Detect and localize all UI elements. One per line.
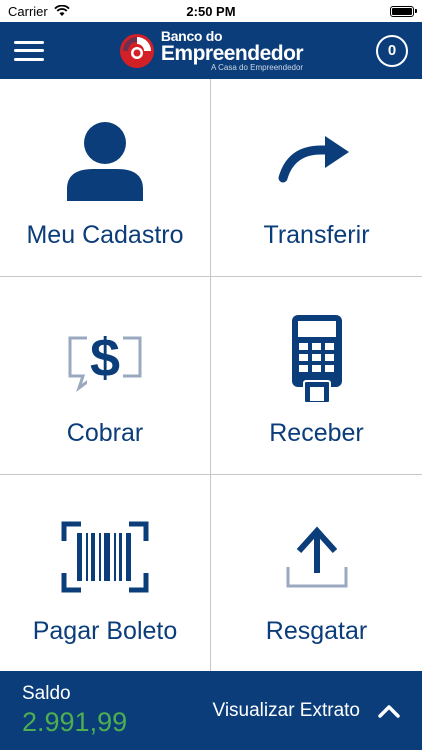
svg-text:$: $ [90,328,120,388]
app-header: Banco do Empreendedor A Casa do Empreend… [0,22,422,79]
balance-block: Saldo 2.991,99 [22,683,127,738]
tile-label: Pagar Boleto [32,617,178,645]
upload-icon [284,509,350,605]
status-left: Carrier [8,4,70,19]
tile-meu-cadastro[interactable]: Meu Cadastro [0,79,211,277]
brand-name-line2: Empreendedor [160,42,304,65]
menu-button[interactable] [14,39,44,63]
tile-label: Receber [269,419,364,447]
menu-icon-bar [14,57,44,61]
tile-receber[interactable]: Receber [211,277,422,475]
tile-cobrar[interactable]: $ Cobrar [0,277,211,475]
brand-swirl-icon [119,33,154,68]
barcode-scan-icon [61,509,149,605]
tile-label: Cobrar [66,419,144,447]
user-icon [65,113,145,209]
notification-badge-button[interactable]: 0 [375,34,408,67]
menu-icon-bar [14,40,44,44]
tile-resgatar[interactable]: Resgatar [211,475,422,671]
card-terminal-icon [290,311,344,407]
brand-tagline: A Casa do Empreendedor [211,63,304,72]
tile-label: Resgatar [265,617,368,645]
action-grid: Meu Cadastro Transferir $ Cobrar Receber… [0,79,422,671]
view-statement-label: Visualizar Extrato [212,699,361,721]
balance-footer: Saldo 2.991,99 Visualizar Extrato [0,671,422,750]
chevron-up-icon [378,704,400,718]
tile-pagar-boleto[interactable]: Pagar Boleto [0,475,211,671]
balance-value: 2.991,99 [22,707,128,737]
brand-logo: Banco do Empreendedor A Casa do Empreend… [117,28,304,72]
tile-label: Transferir [263,221,370,249]
dollar-chat-icon: $ [67,311,143,407]
battery-icon [390,5,417,17]
tile-transferir[interactable]: Transferir [211,79,422,277]
balance-label: Saldo [22,683,71,704]
menu-icon-bar [14,49,44,52]
brand-text: Banco do Empreendedor A Casa do Empreend… [160,28,304,72]
redo-arrow-icon [277,113,357,209]
brand-name-line1: Banco do [160,28,223,44]
status-bar: Carrier 2:50 PM [0,0,422,22]
wifi-icon [54,5,70,16]
carrier-label: Carrier [8,3,48,19]
tile-label: Meu Cadastro [26,221,184,249]
view-statement-button[interactable]: Visualizar Extrato [213,700,401,722]
